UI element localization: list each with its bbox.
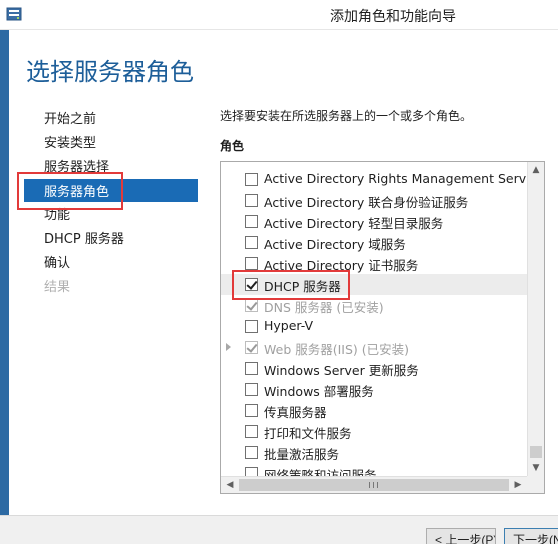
role-checkbox-checked-disabled [245,341,258,354]
roles-description: 选择要安装在所选服务器上的一个或多个角色。 [220,109,473,123]
role-checkbox[interactable] [245,362,258,375]
role-label: Hyper-V [264,318,314,333]
role-checkbox[interactable] [245,257,258,270]
role-label: Windows 部署服务 [264,384,374,399]
wizard-footer: < 上一步(P) 下一步(N) > [0,515,558,544]
next-button[interactable]: 下一步(N) > [504,528,558,544]
role-row[interactable]: Hyper-V [221,316,527,337]
role-row[interactable]: 批量激活服务 [221,442,527,463]
window-frame-left [0,30,9,515]
vertical-scroll-thumb[interactable] [530,446,542,458]
expand-arrow-icon[interactable] [226,343,231,351]
role-label: 传真服务器 [264,405,327,420]
page-title: 选择服务器角色 [26,58,194,86]
nav-item-before-you-begin[interactable]: 开始之前 [44,110,96,130]
previous-button[interactable]: < 上一步(P) [426,528,496,544]
nav-item-installation-type[interactable]: 安装类型 [44,134,96,154]
role-label: 批量激活服务 [264,447,340,462]
role-checkbox[interactable] [245,173,258,186]
nav-item-confirmation[interactable]: 确认 [44,254,70,274]
role-label: Windows Server 更新服务 [264,363,419,378]
role-label: Web 服务器(IIS) (已安装) [264,342,410,357]
role-label: Active Directory Rights Management Servi… [264,171,545,186]
role-row[interactable]: 传真服务器 [221,400,527,421]
role-row-web-server: Web 服务器(IIS) (已安装) [221,337,527,358]
role-checkbox[interactable] [245,404,258,417]
grip-icon [369,482,378,488]
role-label: Active Directory 域服务 [264,237,406,252]
role-label: Active Directory 联合身份验证服务 [264,195,469,210]
role-label: Active Directory 轻型目录服务 [264,216,444,231]
role-row[interactable]: Active Directory 轻型目录服务 [221,211,527,232]
vertical-scrollbar[interactable]: ▲ ▼ [527,162,544,476]
window-title: 添加角色和功能向导 [330,9,456,25]
role-checkbox[interactable] [245,215,258,228]
role-row[interactable]: Active Directory 联合身份验证服务 [221,190,527,211]
role-row[interactable]: 打印和文件服务 [221,421,527,442]
role-checkbox[interactable] [245,383,258,396]
roles-list: Active Directory Rights Management Servi… [220,161,545,494]
server-manager-icon [6,7,22,21]
scroll-right-arrow-icon[interactable]: ▶ [513,480,523,490]
annotation-highlight-dhcp-server [232,270,350,300]
annotation-highlight-server-roles [17,172,123,210]
title-bar: 添加角色和功能向导 [0,0,558,30]
scroll-up-arrow-icon[interactable]: ▲ [531,165,541,175]
role-label: 打印和文件服务 [264,426,352,441]
scroll-down-arrow-icon[interactable]: ▼ [531,463,541,473]
role-checkbox[interactable] [245,320,258,333]
role-row[interactable]: Active Directory 域服务 [221,232,527,253]
role-checkbox[interactable] [245,425,258,438]
horizontal-scroll-thumb[interactable] [239,479,509,491]
roles-label: 角色 [220,139,245,153]
nav-item-results: 结果 [44,280,71,295]
role-checkbox-checked-disabled [245,299,258,312]
role-checkbox[interactable] [245,194,258,207]
role-checkbox[interactable] [245,236,258,249]
role-checkbox[interactable] [245,446,258,459]
horizontal-scrollbar[interactable]: ◀ ▶ [221,476,527,493]
nav-item-dhcp-server[interactable]: DHCP 服务器 [44,230,124,250]
role-row[interactable]: Active Directory Rights Management Servi… [221,169,544,190]
scroll-left-arrow-icon[interactable]: ◀ [225,480,235,490]
scrollbar-corner [527,476,544,493]
role-row[interactable]: Windows Server 更新服务 [221,358,527,379]
role-row[interactable]: Windows 部署服务 [221,379,527,400]
